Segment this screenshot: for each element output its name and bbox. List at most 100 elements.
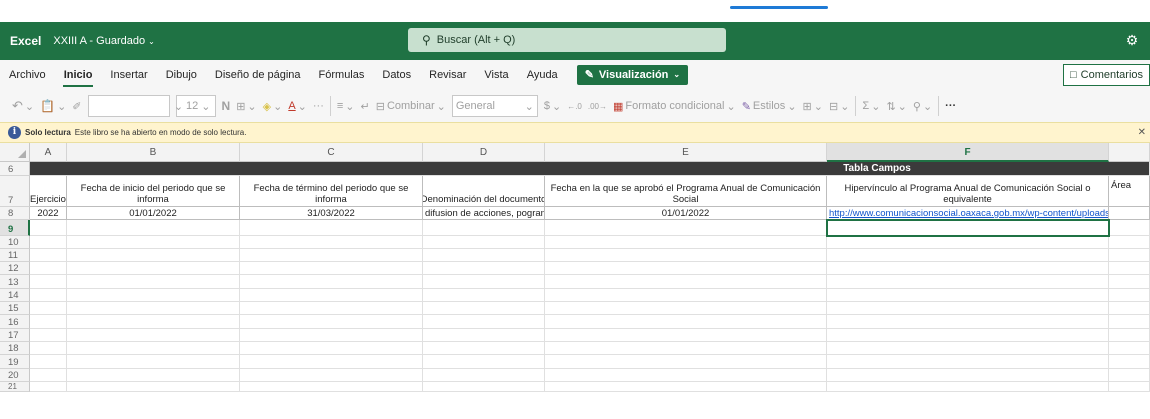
empty-cell[interactable] (545, 262, 827, 275)
fill-color-button[interactable]: ◈ ⌄ (263, 100, 283, 113)
empty-cell[interactable] (240, 262, 423, 275)
autosum-button[interactable]: Σ ⌄ (862, 100, 880, 113)
row-header-16[interactable]: 16 (0, 315, 30, 329)
bold-button[interactable]: N (222, 99, 231, 113)
empty-cell[interactable] (30, 342, 67, 355)
empty-cell[interactable] (240, 315, 423, 329)
empty-cell[interactable] (545, 382, 827, 392)
row-header-19[interactable]: 19 (0, 355, 30, 369)
gear-icon[interactable]: ⚙ (1124, 32, 1140, 48)
header-fecha-termino[interactable]: Fecha de término del periodo que se info… (240, 176, 423, 207)
empty-cell[interactable] (827, 275, 1109, 289)
row-header-14[interactable]: 14 (0, 289, 30, 302)
empty-cell[interactable] (240, 302, 423, 315)
cell-g8[interactable] (1109, 207, 1150, 220)
select-all-corner[interactable] (0, 143, 30, 162)
menu-ayuda[interactable]: Ayuda (518, 60, 567, 90)
empty-cell[interactable] (30, 262, 67, 275)
empty-cell[interactable] (240, 342, 423, 355)
menu-revisar[interactable]: Revisar (420, 60, 475, 90)
empty-cell[interactable] (1109, 262, 1150, 275)
font-name-box[interactable] (87, 95, 170, 117)
column-header-c[interactable]: C (240, 143, 423, 162)
empty-cell[interactable] (827, 236, 1109, 249)
empty-cell[interactable] (1109, 382, 1150, 392)
menu-dibujo[interactable]: Dibujo (157, 60, 206, 90)
empty-cell[interactable] (423, 275, 545, 289)
styles-button[interactable]: ✎ Estilos ⌄ (742, 100, 797, 113)
empty-cell[interactable] (67, 220, 240, 236)
empty-cell[interactable] (1109, 315, 1150, 329)
empty-cell[interactable] (30, 329, 67, 342)
empty-cell[interactable] (1109, 302, 1150, 315)
empty-cell[interactable] (827, 262, 1109, 275)
empty-cell[interactable] (423, 315, 545, 329)
empty-cell[interactable] (423, 369, 545, 382)
paste-button[interactable]: 📋 ⌄ (40, 99, 66, 113)
empty-cell[interactable] (827, 249, 1109, 262)
empty-cell[interactable] (240, 329, 423, 342)
empty-cell[interactable] (67, 262, 240, 275)
empty-cell[interactable] (67, 382, 240, 392)
empty-cell[interactable] (423, 289, 545, 302)
empty-cell[interactable] (67, 369, 240, 382)
empty-cell[interactable] (827, 329, 1109, 342)
empty-cell[interactable] (423, 382, 545, 392)
empty-cell[interactable] (30, 382, 67, 392)
empty-cell[interactable] (240, 236, 423, 249)
format-painter-button[interactable]: ✐ (72, 100, 81, 113)
menu-formulas[interactable]: Fórmulas (310, 60, 374, 90)
column-header-a[interactable]: A (30, 143, 67, 162)
empty-cell[interactable] (240, 355, 423, 369)
spreadsheet-grid[interactable]: A B C D E F 6 7 8 9 10 11 12 13 14 15 16… (0, 143, 1150, 419)
menu-datos[interactable]: Datos (373, 60, 420, 90)
comments-button[interactable]: □ Comentarios (1062, 64, 1150, 86)
empty-cell[interactable] (67, 289, 240, 302)
column-header-g[interactable] (1109, 143, 1150, 162)
wrap-button[interactable]: ↵ (361, 100, 370, 113)
empty-cell[interactable] (423, 249, 545, 262)
align-button[interactable]: ≡ ⌄ (337, 100, 355, 113)
search-box[interactable]: ⚲ Buscar (Alt + Q) (408, 28, 726, 52)
empty-cell[interactable] (67, 275, 240, 289)
empty-cell[interactable] (1109, 249, 1150, 262)
document-title[interactable]: XXIII A - Guardado ⌄ (53, 35, 154, 47)
empty-cell[interactable] (240, 382, 423, 392)
empty-cell[interactable] (545, 369, 827, 382)
insert-cells-button[interactable]: ⊞ ⌄ (803, 100, 823, 113)
more-font-button[interactable]: ··· (313, 100, 324, 112)
conditional-format-button[interactable]: ▦ Formato condicional ⌄ (613, 100, 736, 113)
empty-cell[interactable] (240, 220, 423, 236)
header-hipervinculo[interactable]: Hipervínculo al Programa Anual de Comuni… (827, 176, 1109, 207)
empty-cell[interactable] (30, 315, 67, 329)
empty-cell[interactable] (827, 382, 1109, 392)
more-options-button[interactable]: ··· (945, 100, 956, 112)
cell-c8[interactable]: 31/03/2022 (240, 207, 423, 220)
currency-button[interactable]: $ ⌄ (544, 100, 561, 113)
empty-cell[interactable] (545, 302, 827, 315)
empty-cell[interactable] (240, 249, 423, 262)
cell-d8[interactable]: difusion de acciones, pograma (423, 207, 545, 220)
row-header-11[interactable]: 11 (0, 249, 30, 262)
empty-cell[interactable] (545, 329, 827, 342)
empty-cell[interactable] (67, 302, 240, 315)
menu-vista[interactable]: Vista (475, 60, 517, 90)
column-header-e[interactable]: E (545, 143, 827, 162)
empty-cell[interactable] (1109, 369, 1150, 382)
undo-button[interactable]: ↶ ⌄ (12, 98, 34, 114)
empty-cell[interactable] (545, 315, 827, 329)
row-header-6[interactable]: 6 (0, 162, 30, 176)
empty-cell[interactable] (827, 289, 1109, 302)
empty-cell[interactable] (545, 236, 827, 249)
empty-cell[interactable] (1109, 355, 1150, 369)
empty-cell[interactable] (67, 342, 240, 355)
borders-button[interactable]: ⊞ ⌄ (236, 100, 256, 113)
empty-cell[interactable] (240, 275, 423, 289)
empty-cell[interactable] (1109, 236, 1150, 249)
empty-cell[interactable] (423, 355, 545, 369)
empty-cell[interactable] (30, 275, 67, 289)
empty-cell[interactable] (545, 275, 827, 289)
number-format-box[interactable]: General ⌄ (451, 95, 538, 117)
empty-cell[interactable] (423, 342, 545, 355)
empty-cell[interactable] (1109, 275, 1150, 289)
